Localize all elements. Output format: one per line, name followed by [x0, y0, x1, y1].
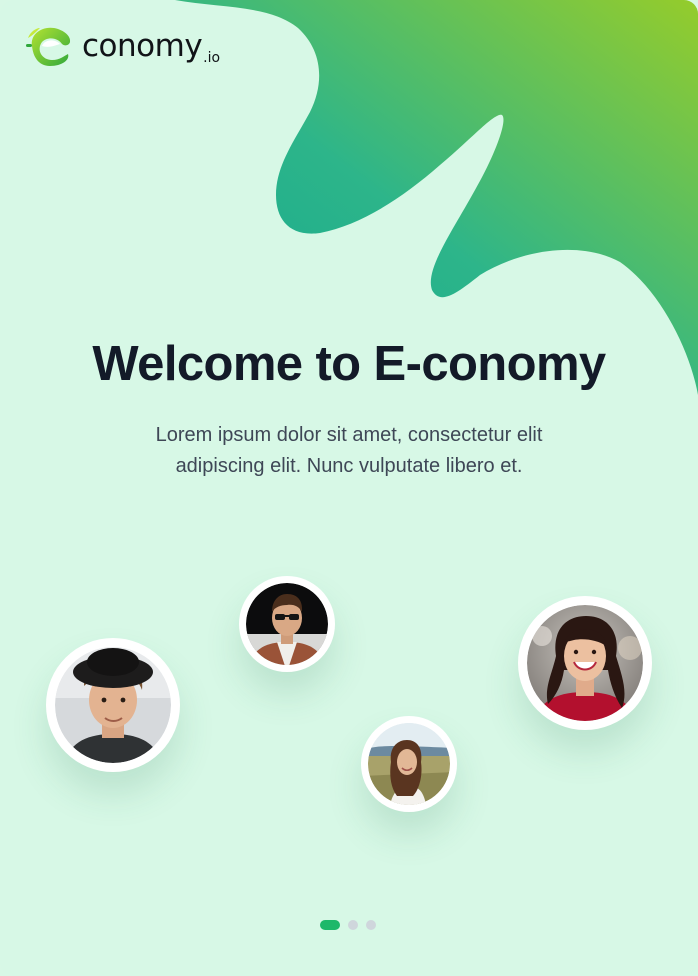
- brand-name: conomy: [82, 28, 203, 64]
- pagination-dot-1[interactable]: [320, 920, 340, 930]
- onboarding-screen: conomy .io Welcome to E-conomy Lorem ips…: [0, 0, 698, 976]
- e-leaf-logo-icon: [26, 27, 71, 67]
- avatar-curly-hair-man-hat: [46, 638, 180, 772]
- brand-tld: .io: [203, 50, 221, 66]
- pagination-dot-3[interactable]: [366, 920, 376, 930]
- avatar-sunglasses-man: [239, 576, 335, 672]
- page-subtitle: Lorem ipsum dolor sit amet, consectetur …: [155, 424, 543, 477]
- avatar-woman-field: [361, 716, 457, 812]
- pagination-dot-2[interactable]: [348, 920, 358, 930]
- pagination-dots: [320, 920, 384, 930]
- brand-logo[interactable]: conomy .io: [24, 22, 220, 68]
- page-title: Welcome to E-conomy: [92, 337, 606, 391]
- avatar-smiling-woman-red-top: [518, 596, 652, 730]
